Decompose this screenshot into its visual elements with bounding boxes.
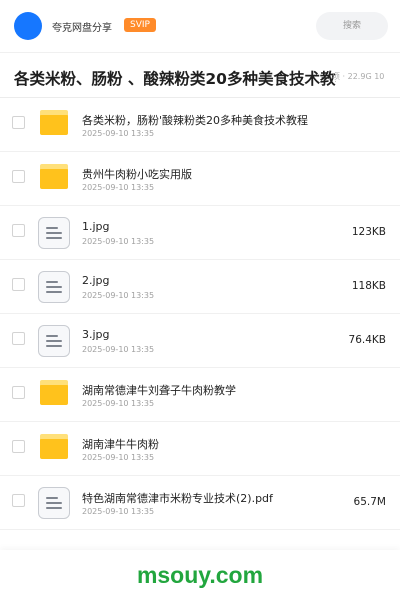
file-row[interactable]: 2.jpg 2025-09-10 13:35 118KB [0, 260, 400, 314]
file-name: 特色湖南常德津市米粉专业技术(2).pdf [82, 492, 273, 505]
file-name: 湖南津牛牛肉粉 [82, 438, 159, 451]
share-title-bar: 各类米粉、肠粉 、酸辣粉类20多种美食技术教程 10 项 · 22.9G [0, 52, 400, 98]
document-icon [38, 325, 70, 357]
row-checkbox[interactable] [12, 170, 25, 183]
file-name: 1.jpg [82, 220, 110, 233]
file-row[interactable]: 湖南常德津牛刘聋子牛肉粉教学 2025-09-10 13:35 [0, 368, 400, 422]
file-date: 2025-09-10 13:35 [82, 237, 155, 246]
row-checkbox[interactable] [12, 440, 25, 453]
file-date: 2025-09-10 13:35 [82, 507, 155, 516]
row-checkbox[interactable] [12, 224, 25, 237]
file-row[interactable]: 1.jpg 2025-09-10 13:35 123KB [0, 206, 400, 260]
app-header: 夸克网盘分享 SVIP 搜索 [0, 0, 400, 52]
file-row[interactable]: 特色湖南常德津市米粉专业技术(2).pdf 2025-09-10 13:35 6… [0, 476, 400, 530]
document-icon [38, 217, 70, 249]
account-name: 夸克网盘分享 [52, 23, 112, 34]
file-size: 118KB [351, 280, 386, 292]
file-date: 2025-09-10 13:35 [82, 129, 155, 138]
row-checkbox[interactable] [12, 278, 25, 291]
share-meta: 10 项 · 22.9G [332, 72, 385, 81]
avatar[interactable] [14, 12, 42, 40]
file-row[interactable]: 贵州牛肉粉小吃实用版 2025-09-10 13:35 [0, 152, 400, 206]
folder-icon [40, 110, 68, 135]
folder-icon [40, 434, 68, 459]
file-list: 各类米粉，肠粉'酸辣粉类20多种美食技术教程 2025-09-10 13:35 … [0, 98, 400, 530]
page-title: 各类米粉、肠粉 、酸辣粉类20多种美食技术教程 [14, 70, 336, 88]
file-row[interactable]: 3.jpg 2025-09-10 13:35 76.4KB [0, 314, 400, 368]
file-name: 2.jpg [82, 274, 110, 287]
file-size: 65.7M [353, 496, 386, 508]
document-icon [38, 487, 70, 519]
folder-icon [40, 164, 68, 189]
file-date: 2025-09-10 13:35 [82, 291, 155, 300]
row-checkbox[interactable] [12, 332, 25, 345]
row-checkbox[interactable] [12, 386, 25, 399]
file-date: 2025-09-10 13:35 [82, 453, 155, 462]
file-row[interactable]: 各类米粉，肠粉'酸辣粉类20多种美食技术教程 2025-09-10 13:35 [0, 98, 400, 152]
file-size: 123KB [351, 226, 386, 238]
file-date: 2025-09-10 13:35 [82, 399, 155, 408]
file-name: 3.jpg [82, 328, 110, 341]
file-size: 76.4KB [348, 334, 386, 346]
search-input[interactable]: 搜索 [316, 12, 388, 40]
file-name: 贵州牛肉粉小吃实用版 [82, 168, 192, 181]
file-name: 湖南常德津牛刘聋子牛肉粉教学 [82, 384, 236, 397]
file-date: 2025-09-10 13:35 [82, 345, 155, 354]
file-date: 2025-09-10 13:35 [82, 183, 155, 192]
site-watermark: msouy.com [136, 562, 264, 588]
row-checkbox[interactable] [12, 494, 25, 507]
document-icon [38, 271, 70, 303]
file-row[interactable]: 湖南津牛牛肉粉 2025-09-10 13:35 [0, 422, 400, 476]
file-name: 各类米粉，肠粉'酸辣粉类20多种美食技术教程 [82, 114, 309, 127]
folder-icon [40, 380, 68, 405]
footer: msouy.com [0, 550, 400, 600]
row-checkbox[interactable] [12, 116, 25, 129]
svip-badge: SVIP [124, 18, 156, 32]
